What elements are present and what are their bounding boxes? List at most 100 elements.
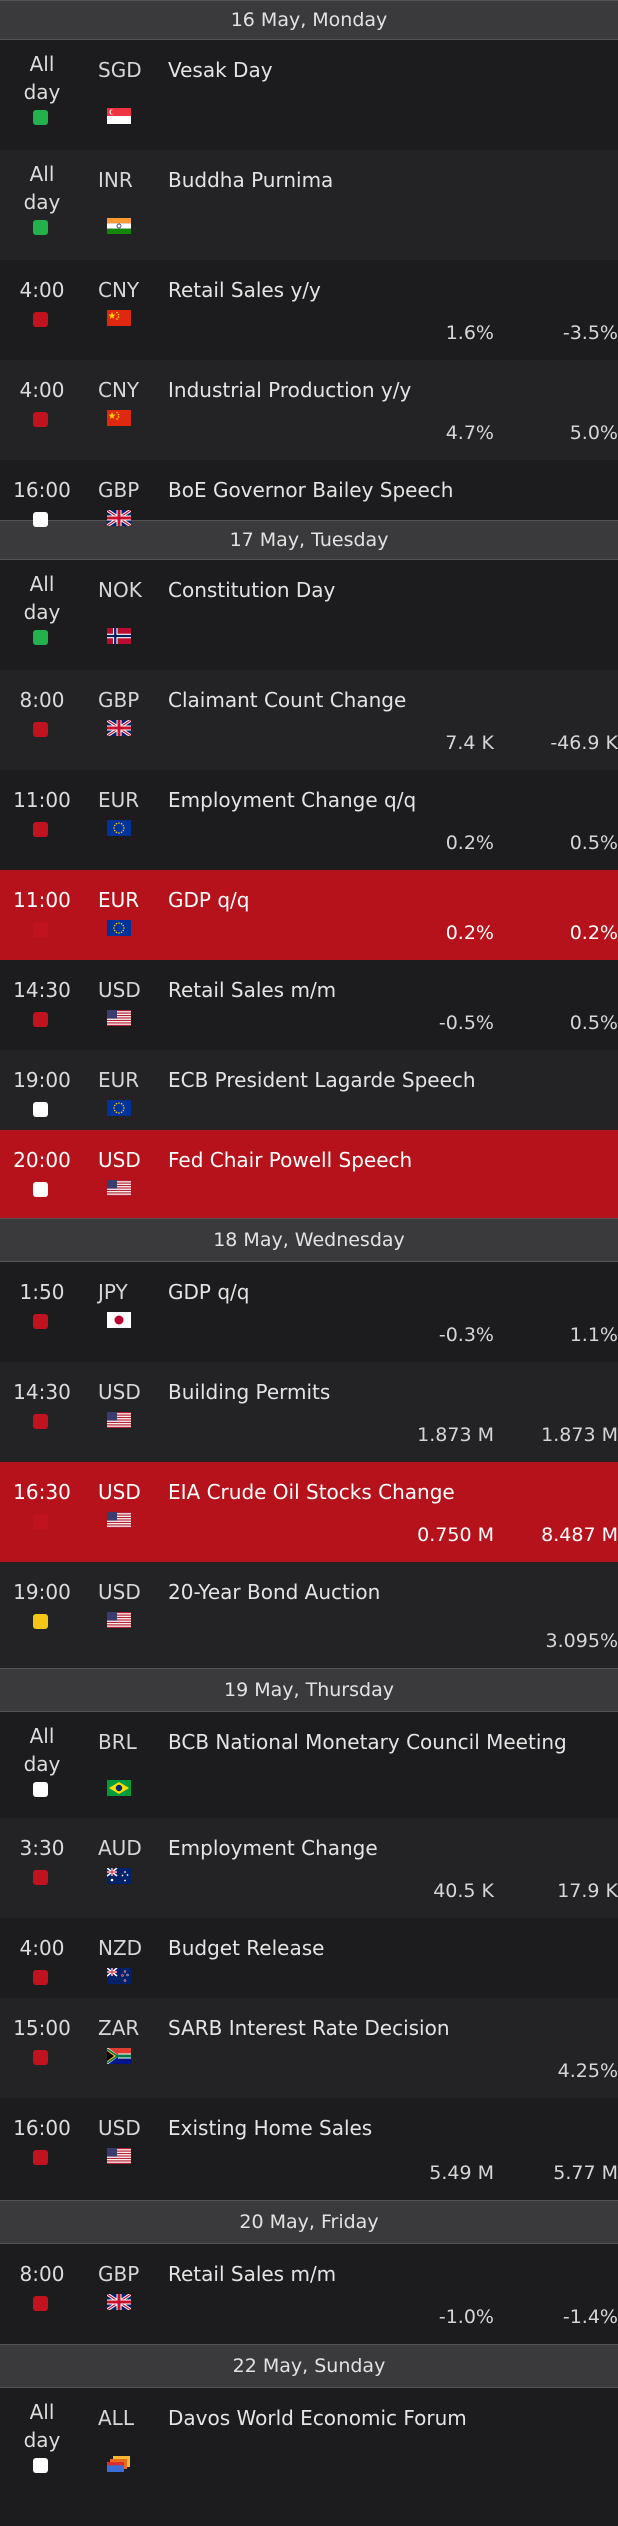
event-value-previous: 17.9 K — [557, 1880, 618, 1902]
event-row[interactable]: 11:00 EUR GDP q/q 0.2% 0.2% — [0, 870, 618, 960]
event-row[interactable]: All day BRL BCB National Monetary Council … — [0, 1712, 618, 1818]
event-value-previous: -1.4% — [562, 2306, 618, 2328]
event-title[interactable]: Retail Sales m/m — [168, 976, 336, 1004]
event-title[interactable]: Existing Home Sales — [168, 2114, 372, 2142]
event-title[interactable]: GDP q/q — [168, 1278, 249, 1306]
event-row[interactable]: All day INR Buddha Purnima — [0, 150, 618, 260]
event-row[interactable]: All day NOK Constitution Day — [0, 560, 618, 670]
day-header: 19 May, Thursday — [0, 1668, 618, 1712]
event-row[interactable]: 4:00 CNY Industrial Production y/y 4.7% 5.0% — [0, 360, 618, 460]
event-value-actual: 0.2% — [445, 832, 494, 854]
importance-holiday-icon — [33, 110, 48, 125]
event-title[interactable]: Building Permits — [168, 1378, 330, 1406]
event-title[interactable]: Retail Sales m/m — [168, 2260, 336, 2288]
event-row[interactable]: 14:30 USD Building Permits 1.873 M 1.873 M — [0, 1362, 618, 1462]
event-value-actual: 0.2% — [445, 922, 494, 944]
event-currency: USD — [98, 2116, 141, 2140]
event-time: 4:00 — [19, 1936, 65, 1960]
event-time: All day — [23, 572, 61, 624]
economic-calendar-list: 16 May, Monday All day SGD Vesak Day All day… — [0, 0, 618, 2488]
event-currency: AUD — [98, 1836, 142, 1860]
event-title[interactable]: Employment Change q/q — [168, 786, 416, 814]
event-row[interactable]: 19:00 EUR ECB President Lagarde Speech — [0, 1050, 618, 1130]
event-value-previous: 1.873 M — [541, 1424, 618, 1446]
event-row[interactable]: 14:30 USD Retail Sales m/m -0.5% 0.5% — [0, 960, 618, 1050]
event-time: 16:30 — [13, 1480, 71, 1504]
event-value-actual: -1.0% — [438, 2306, 494, 2328]
flag-us-icon — [107, 1412, 131, 1428]
importance-low-icon — [33, 1782, 48, 1797]
event-row[interactable]: 8:00 GBP Claimant Count Change 7.4 K -46.9 K — [0, 670, 618, 770]
event-row[interactable]: 3:30 AUD Employment Change 40.5 K 17.9 K — [0, 1818, 618, 1918]
event-time: 4:00 — [19, 278, 65, 302]
importance-high-icon — [33, 2296, 48, 2311]
event-title[interactable]: Buddha Purnima — [168, 166, 333, 194]
event-value-actual: 1.6% — [445, 322, 494, 344]
flag-cn-icon — [107, 410, 131, 426]
event-row[interactable]: 16:00 GBP BoE Governor Bailey Speech — [0, 460, 618, 527]
day-header: 17 May, Tuesday — [0, 520, 618, 560]
importance-high-icon — [33, 722, 48, 737]
flag-no-icon — [107, 628, 131, 644]
event-row[interactable]: 4:00 CNY Retail Sales y/y 1.6% -3.5% — [0, 260, 618, 360]
event-value-previous: 4.25% — [557, 2060, 618, 2082]
importance-high-icon — [33, 1870, 48, 1885]
day-header: 18 May, Wednesday — [0, 1218, 618, 1262]
event-title[interactable]: SARB Interest Rate Decision — [168, 2014, 450, 2042]
event-title[interactable]: Fed Chair Powell Speech — [168, 1146, 412, 1174]
event-time: 16:00 — [13, 478, 71, 502]
event-value-previous: 5.77 M — [553, 2162, 618, 2184]
event-value-previous: 0.2% — [569, 922, 618, 944]
event-currency: EUR — [98, 1068, 140, 1092]
flag-eu-icon — [107, 1100, 131, 1116]
event-row[interactable]: 16:30 USD EIA Crude Oil Stocks Change 0.750… — [0, 1462, 618, 1562]
event-title[interactable]: Industrial Production y/y — [168, 376, 411, 404]
event-row[interactable]: 1:50 JPY GDP q/q -0.3% 1.1% — [0, 1262, 618, 1362]
event-title[interactable]: BoE Governor Bailey Speech — [168, 476, 453, 504]
day-header: 20 May, Friday — [0, 2200, 618, 2244]
event-currency: USD — [98, 1480, 141, 1504]
event-title[interactable]: Vesak Day — [168, 56, 273, 84]
event-title[interactable]: BCB National Monetary Council Meeting — [168, 1728, 567, 1756]
day-header: 16 May, Monday — [0, 0, 618, 40]
flag-jp-icon — [107, 1312, 131, 1328]
flag-us-icon — [107, 1010, 131, 1026]
event-row[interactable]: 8:00 GBP Retail Sales m/m -1.0% -1.4% — [0, 2244, 618, 2344]
importance-low-icon — [33, 512, 48, 527]
flag-us-icon — [107, 1612, 131, 1628]
event-currency: GBP — [98, 688, 140, 712]
event-row[interactable]: 19:00 USD 20-Year Bond Auction 3.095% — [0, 1562, 618, 1668]
event-value-actual: 1.873 M — [417, 1424, 494, 1446]
day-header: 22 May, Sunday — [0, 2344, 618, 2388]
event-row[interactable]: 11:00 EUR Employment Change q/q 0.2% 0.5% — [0, 770, 618, 870]
event-value-actual: -0.3% — [438, 1324, 494, 1346]
event-title[interactable]: GDP q/q — [168, 886, 249, 914]
flag-cn-icon — [107, 310, 131, 326]
event-title[interactable]: ECB President Lagarde Speech — [168, 1066, 476, 1094]
event-row[interactable]: 15:00 ZAR SARB Interest Rate Decision 4.25% — [0, 1998, 618, 2098]
event-time: 8:00 — [19, 688, 65, 712]
event-row[interactable]: 16:00 USD Existing Home Sales 5.49 M 5.77 M — [0, 2098, 618, 2200]
event-currency: GBP — [98, 2262, 140, 2286]
event-row[interactable]: 4:00 NZD Budget Release — [0, 1918, 618, 1998]
flag-uk-icon — [107, 2294, 131, 2310]
event-currency: USD — [98, 1148, 141, 1172]
event-value-previous: 3.095% — [545, 1630, 618, 1652]
event-row[interactable]: 20:00 USD Fed Chair Powell Speech — [0, 1130, 618, 1218]
event-time: 15:00 — [13, 2016, 71, 2040]
event-title[interactable]: Budget Release — [168, 1934, 324, 1962]
event-title[interactable]: Claimant Count Change — [168, 686, 406, 714]
event-title[interactable]: EIA Crude Oil Stocks Change — [168, 1478, 455, 1506]
event-row[interactable]: All day SGD Vesak Day — [0, 40, 618, 150]
event-title[interactable]: Constitution Day — [168, 576, 335, 604]
event-title[interactable]: Retail Sales y/y — [168, 276, 321, 304]
event-title[interactable]: Employment Change — [168, 1834, 378, 1862]
event-title[interactable]: 20-Year Bond Auction — [168, 1578, 380, 1606]
event-time: 16:00 — [13, 2116, 71, 2140]
event-time: 4:00 — [19, 378, 65, 402]
event-row[interactable]: All day ALL Davos World Economic Forum — [0, 2388, 618, 2488]
event-title[interactable]: Davos World Economic Forum — [168, 2404, 467, 2432]
importance-low-icon — [33, 1182, 48, 1197]
event-time: 8:00 — [19, 2262, 65, 2286]
importance-high-icon — [33, 822, 48, 837]
